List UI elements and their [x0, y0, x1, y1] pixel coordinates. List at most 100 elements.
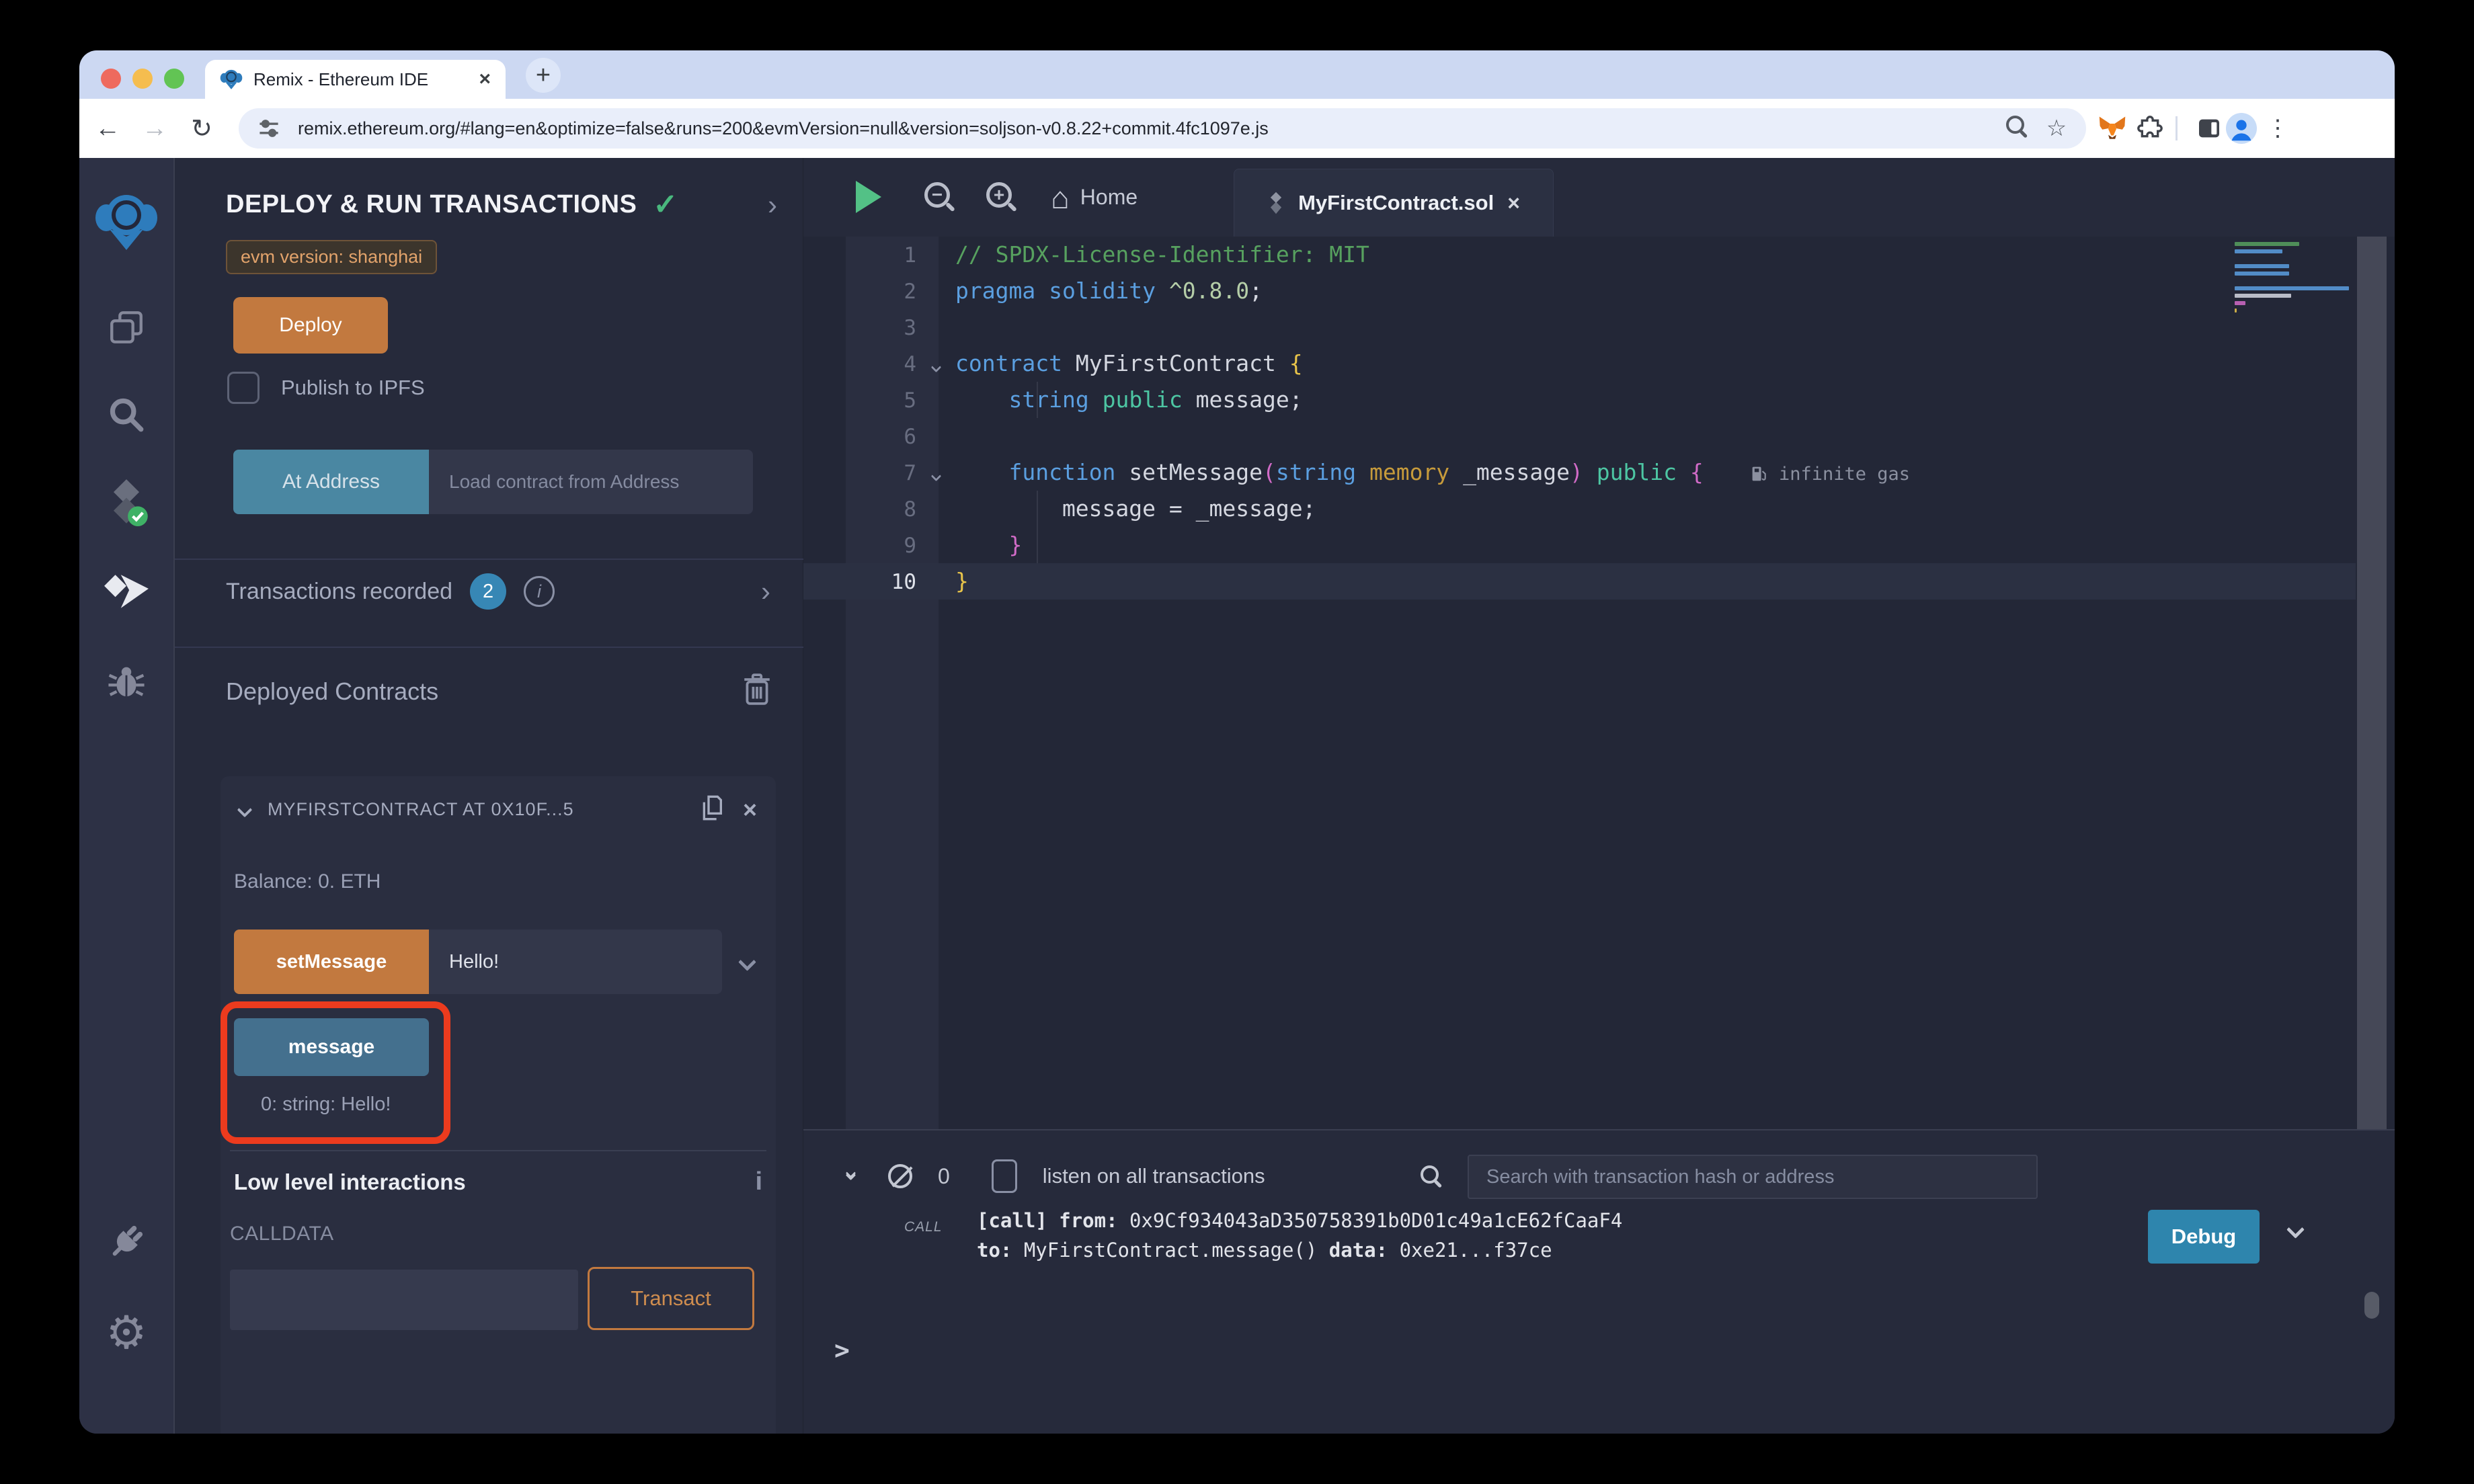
code-line[interactable]: 6 [803, 418, 2395, 454]
editor-tab-bar: − + ⌂ Home MyFirstContract.sol × [803, 158, 2395, 237]
deployed-contracts-label: Deployed Contracts [226, 677, 438, 706]
file-tab-close-icon[interactable]: × [1507, 191, 1520, 216]
home-icon: ⌂ [1051, 179, 1070, 216]
copy-address-icon[interactable] [699, 792, 725, 827]
tab-myfirstcontract[interactable]: MyFirstContract.sol × [1234, 169, 1554, 237]
deploy-run-icon[interactable] [79, 558, 173, 625]
code-line[interactable]: 3 [803, 309, 2395, 345]
file-explorer-icon[interactable] [79, 294, 173, 361]
terminal-scroll-thumb[interactable] [2364, 1292, 2379, 1319]
pending-tx-count: 0 [938, 1164, 950, 1189]
transactions-expand-icon[interactable]: › [761, 575, 770, 608]
message-button[interactable]: message [234, 1018, 429, 1076]
remix-logo-icon[interactable] [79, 188, 173, 255]
terminal-search-icon [1421, 1165, 1441, 1189]
zoom-page-icon[interactable] [1996, 116, 2036, 142]
code-line[interactable]: 4contract MyFirstContract { [803, 345, 2395, 382]
debugger-icon[interactable] [79, 647, 173, 714]
set-message-input[interactable] [429, 930, 722, 994]
bookmark-star-icon[interactable]: ☆ [2036, 115, 2077, 142]
log-expand-icon[interactable] [2286, 1221, 2305, 1239]
plugin-manager-icon[interactable] [79, 1208, 173, 1276]
minimap[interactable] [2235, 242, 2350, 316]
clear-contracts-trash-icon[interactable] [742, 673, 772, 710]
contract-name[interactable]: MYFIRSTCONTRACT AT 0X10F...5 [268, 799, 681, 820]
editor-area: − + ⌂ Home MyFirstContract.sol × 1// SPD… [803, 158, 2395, 1434]
calldata-input[interactable] [230, 1270, 578, 1330]
deploy-button[interactable]: Deploy [233, 297, 388, 354]
reload-button[interactable]: ↻ [183, 99, 221, 158]
remix-favicon [220, 68, 243, 91]
run-script-icon[interactable] [856, 181, 881, 213]
at-address-button[interactable]: At Address [233, 450, 429, 514]
contract-collapse-icon[interactable] [237, 802, 253, 817]
code-line[interactable]: 1// SPDX-License-Identifier: MIT [803, 237, 2395, 273]
metamask-extension-icon[interactable] [2096, 114, 2128, 143]
code-line[interactable]: 2pragma solidity ^0.8.0; [803, 273, 2395, 309]
at-address-input[interactable] [429, 450, 753, 514]
search-icon[interactable] [79, 381, 173, 448]
terminal-prompt[interactable]: > [834, 1335, 850, 1365]
url-bar[interactable]: remix.ethereum.org/#lang=en&optimize=fal… [239, 108, 2086, 149]
url-text[interactable]: remix.ethereum.org/#lang=en&optimize=fal… [298, 118, 1996, 139]
browser-tab[interactable]: Remix - Ethereum IDE × [205, 60, 506, 99]
contract-balance: Balance: 0. ETH [234, 870, 381, 893]
tab-title: Remix - Ethereum IDE [253, 69, 479, 90]
line-number: 1 [803, 237, 916, 274]
zoom-in-icon[interactable]: + [986, 182, 1012, 208]
terminal: 0 listen on all transactions call [call]… [803, 1129, 2395, 1434]
info-icon[interactable]: i [524, 576, 555, 607]
code-line[interactable]: 7 function setMessage(string memory _mes… [803, 454, 2395, 491]
line-number: 2 [803, 274, 916, 310]
zoom-out-icon[interactable]: − [924, 182, 950, 208]
close-window-button[interactable] [101, 69, 121, 89]
terminal-search-input[interactable] [1468, 1155, 2038, 1199]
clear-console-icon[interactable] [888, 1164, 912, 1188]
back-button[interactable]: ← [89, 99, 126, 158]
maximize-window-button[interactable] [164, 69, 184, 89]
code-line[interactable]: 10} [803, 563, 2395, 600]
extensions-puzzle-icon[interactable] [2134, 114, 2166, 143]
solidity-file-icon [1267, 192, 1285, 214]
publish-ipfs-checkbox[interactable] [227, 372, 260, 404]
browser-window: Remix - Ethereum IDE × + ← → ↻ remix.eth… [79, 50, 2395, 1434]
new-tab-button[interactable]: + [526, 58, 561, 93]
profile-avatar[interactable] [2225, 114, 2258, 143]
code-lines: 1// SPDX-License-Identifier: MIT2pragma … [803, 237, 2395, 600]
code-editor[interactable]: 1// SPDX-License-Identifier: MIT2pragma … [803, 237, 2395, 1129]
set-message-button[interactable]: setMessage [234, 930, 429, 994]
code-line[interactable]: 9 } [803, 527, 2395, 563]
editor-scrollbar[interactable] [2357, 237, 2387, 1129]
listen-transactions-label[interactable]: listen on all transactions [1043, 1164, 1265, 1188]
transactions-recorded-label: Transactions recorded [226, 579, 452, 605]
low-level-info-icon[interactable]: i [755, 1167, 762, 1196]
minimize-window-button[interactable] [132, 69, 153, 89]
listen-transactions-checkbox[interactable] [992, 1159, 1017, 1193]
fold-chevron-icon[interactable] [916, 454, 955, 491]
line-number: 5 [803, 382, 916, 419]
terminal-log[interactable]: [call] from: 0x9Cf934043aD350758391b0D01… [977, 1206, 1622, 1265]
debug-button[interactable]: Debug [2148, 1210, 2260, 1264]
line-number: 4 [803, 346, 916, 382]
divider [230, 1150, 766, 1151]
gas-annotation: infinite gas [1751, 464, 1910, 485]
transact-button[interactable]: Transact [588, 1267, 754, 1330]
browser-menu-icon[interactable]: ⋮ [2259, 99, 2297, 158]
message-output: 0: string: Hello! [261, 1094, 391, 1116]
calldata-label: CALLDATA [230, 1223, 334, 1245]
set-message-expand-icon[interactable] [738, 953, 756, 971]
remove-contract-icon[interactable]: × [743, 796, 757, 824]
forward-button[interactable]: → [136, 99, 173, 158]
tab-home[interactable]: ⌂ Home [1051, 158, 1138, 237]
code-line[interactable]: 8 message = _message; [803, 491, 2395, 527]
code-line[interactable]: 5 string public message; [803, 382, 2395, 418]
divider [175, 559, 803, 560]
settings-gear-icon[interactable]: ⚙ [79, 1299, 173, 1366]
site-settings-icon[interactable] [257, 117, 280, 140]
sidebar-toggle-icon[interactable] [2193, 114, 2225, 143]
tab-close-icon[interactable]: × [479, 68, 491, 91]
publish-ipfs-label[interactable]: Publish to IPFS [281, 376, 425, 400]
fold-chevron-icon[interactable] [916, 345, 955, 382]
solidity-compiler-icon[interactable] [79, 468, 173, 536]
panel-expand-icon[interactable]: › [768, 189, 777, 221]
